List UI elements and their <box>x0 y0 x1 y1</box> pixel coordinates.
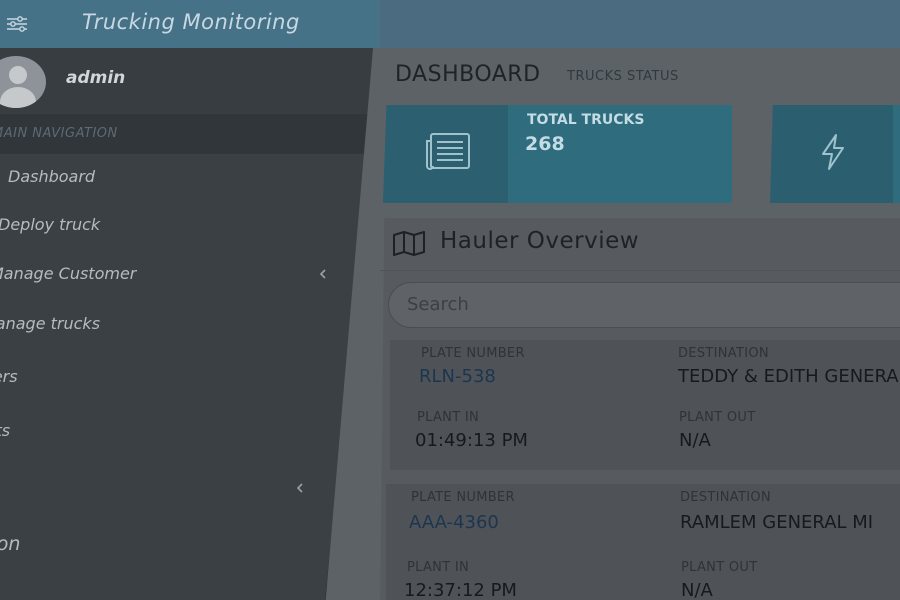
sidebar-item-more[interactable] <box>0 468 340 508</box>
plate-number-link[interactable]: AAA-4360 <box>409 512 499 533</box>
plate-label: PLATE NUMBER <box>421 346 525 361</box>
destination-label: DESTINATION <box>680 490 771 505</box>
sidebar-item-drivers[interactable]: Drivers <box>0 357 300 397</box>
destination-value: TEDDY & EDITH GENERAL <box>678 366 900 387</box>
page-title: DASHBOARD <box>395 62 541 87</box>
app-window: Trucking Monitoring admin MAIN NAVIGATIO… <box>0 0 900 600</box>
plant-out-value: N/A <box>681 580 713 600</box>
plant-in-value: 12:37:12 PM <box>404 580 517 600</box>
plant-in-label: PLANT IN <box>417 410 480 425</box>
app-title[interactable]: Trucking Monitoring <box>82 10 300 34</box>
search-input[interactable]: Search <box>388 282 900 328</box>
sidebar-item-manage-trucks[interactable]: Manage trucks <box>0 304 322 344</box>
info-box-label: TOTAL TRUCKS <box>527 112 645 128</box>
info-box-icon-area <box>383 105 508 203</box>
plate-label: PLATE NUMBER <box>411 490 515 505</box>
plant-in-value: 01:49:13 PM <box>415 430 528 451</box>
sidebar-item-deploy-truck[interactable]: Deploy truck <box>0 205 338 245</box>
plate-number-link[interactable]: RLN-538 <box>419 366 496 387</box>
plant-out-label: PLANT OUT <box>679 410 756 425</box>
avatar[interactable] <box>0 56 46 108</box>
divider <box>380 270 900 271</box>
bolt-icon <box>822 134 844 170</box>
info-box-secondary[interactable] <box>770 105 900 203</box>
destination-value: RAMLEM GENERAL MI <box>680 512 874 533</box>
sidebar-item-dashboard[interactable]: Dashboard <box>8 157 348 197</box>
destination-label: DESTINATION <box>678 346 769 361</box>
sidebar-toggle-button[interactable] <box>2 10 32 38</box>
sidebar-item-manage-customer[interactable]: Manage Customer <box>0 254 330 294</box>
panel-title: Hauler Overview <box>440 228 640 254</box>
username: admin <box>66 68 126 88</box>
chevron-left-icon[interactable] <box>294 482 306 494</box>
info-box-value: 268 <box>525 133 565 155</box>
nav-header: MAIN NAVIGATION <box>0 114 378 154</box>
sliders-icon <box>7 16 27 32</box>
plant-out-value: N/A <box>679 430 711 451</box>
map-icon <box>393 231 425 256</box>
sidebar-item-documentation[interactable]: Documentation <box>0 524 214 564</box>
page-subtitle: TRUCKS STATUS <box>567 69 679 84</box>
sidebar: admin MAIN NAVIGATION Dashboard Deploy t… <box>0 48 378 600</box>
newspaper-icon <box>426 133 470 170</box>
sidebar-item-reports[interactable]: Reports <box>0 411 288 451</box>
plant-in-label: PLANT IN <box>407 560 470 575</box>
plant-out-label: PLANT OUT <box>681 560 758 575</box>
chevron-left-icon[interactable] <box>317 268 329 280</box>
user-panel: admin <box>0 48 378 114</box>
info-box-edge <box>893 105 900 203</box>
